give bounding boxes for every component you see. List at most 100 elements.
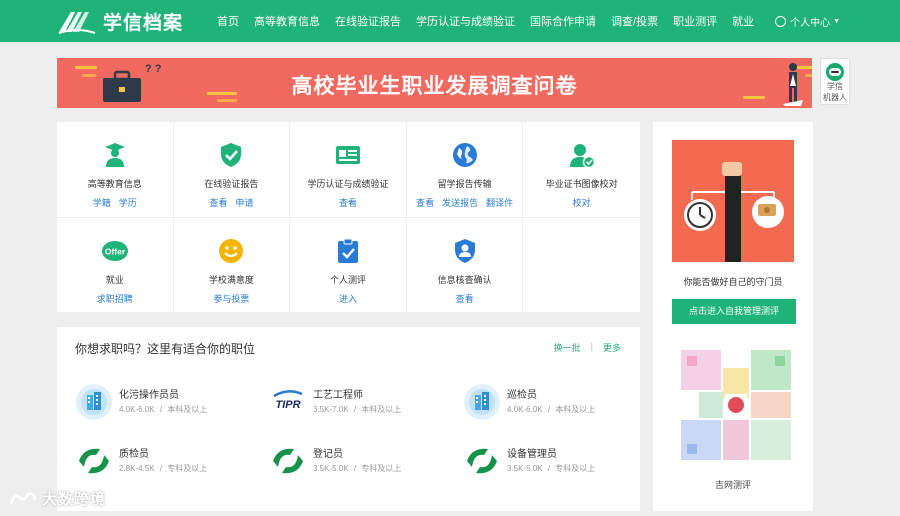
refresh-jobs-link[interactable]: 换一批 xyxy=(554,341,581,354)
job-salary: 3.5K-7.0K xyxy=(313,405,349,414)
link-translation[interactable]: 翻译件 xyxy=(486,196,513,209)
job-card[interactable]: 质检员 2.8K-4.5K / 专科及以上 xyxy=(76,443,266,483)
link-view[interactable]: 查看 xyxy=(339,196,357,209)
green-swirl-logo-icon xyxy=(76,443,112,479)
service-school-satisfaction: 学校满意度 参与投票 xyxy=(173,218,291,313)
site-logo[interactable]: 学信档案 xyxy=(57,0,183,42)
job-title: 设备管理员 xyxy=(507,449,557,460)
meta-separator: / xyxy=(159,405,163,414)
robot-label-line2: 机器人 xyxy=(823,93,847,102)
self-management-test-button[interactable]: 点击进入自我管理测评 xyxy=(672,299,796,324)
service-certificate-proofread: 毕业证书图像校对 校对 xyxy=(523,122,640,218)
job-meta: 4.0K-6.0K / 本科及以上 xyxy=(507,404,595,415)
smile-icon xyxy=(219,239,244,263)
job-card[interactable]: 登记员 3.5K-5.0K / 专科及以上 xyxy=(270,443,460,483)
meta-separator: / xyxy=(353,464,357,473)
chat-robot-widget[interactable]: 学信 机器人 xyxy=(820,58,850,105)
meta-separator: / xyxy=(547,405,551,414)
user-center-menu[interactable]: 个人中心 ▼ xyxy=(775,14,840,29)
service-higher-education: 高等教育信息 学籍 学历 xyxy=(57,122,174,218)
job-card[interactable]: 巡检员 4.0K-6.0K / 本科及以上 xyxy=(464,384,654,424)
link-enter[interactable]: 进入 xyxy=(339,292,357,305)
jobs-heading: 你想求职吗？这里有适合你的职位 xyxy=(75,342,256,356)
job-title: 化污操作员员 xyxy=(119,390,179,401)
meta-separator: / xyxy=(547,464,551,473)
survey-banner[interactable]: ? ? 高校毕业生职业发展调查问卷 xyxy=(57,58,812,108)
logo-text: 学信档案 xyxy=(103,12,184,34)
link-vote[interactable]: 参与投票 xyxy=(213,292,249,305)
service-study-abroad-report: 留学报告传输 查看 发送报告 翻译件 xyxy=(406,122,524,218)
service-name: 信息核查确认 xyxy=(437,275,492,285)
job-education: 专科及以上 xyxy=(167,464,208,473)
offer-icon: Offer xyxy=(101,241,128,261)
service-name: 留学报告传输 xyxy=(437,179,492,189)
job-card[interactable]: TIPR 工艺工程师 3.5K-7.0K / 本科及以上 xyxy=(270,384,460,424)
link-view[interactable]: 查看 xyxy=(209,196,227,209)
service-name: 学历认证与成绩验证 xyxy=(307,179,389,189)
building-logo-icon xyxy=(76,384,112,420)
service-name: 个人测评 xyxy=(329,275,366,285)
link-proofread[interactable]: 校对 xyxy=(573,196,591,209)
job-education: 本科及以上 xyxy=(167,405,208,414)
caret-down-icon: ▼ xyxy=(833,17,841,25)
nav-home[interactable]: 首页 xyxy=(217,13,239,29)
more-jobs-link[interactable]: 更多 xyxy=(603,341,621,354)
job-salary: 3.5K-5.0K xyxy=(313,464,349,473)
building-logo-icon xyxy=(464,384,500,420)
service-employment: Offer 就业 求职招聘 xyxy=(57,218,174,313)
nav-degree-certification[interactable]: 学历认证与成绩验证 xyxy=(416,13,515,29)
job-education: 本科及以上 xyxy=(555,405,596,414)
link-enrollment[interactable]: 学籍 xyxy=(93,196,111,209)
book-logo-icon xyxy=(58,12,96,34)
job-salary: 4.0K-6.0K xyxy=(119,405,155,414)
goalkeeper-promo-image[interactable] xyxy=(672,140,794,262)
job-salary: 3.5K-5.0K xyxy=(507,464,543,473)
link-apply[interactable]: 申请 xyxy=(235,196,253,209)
banner-title: 高校毕业生职业发展调查问卷 xyxy=(291,75,578,98)
svg-text:Offer: Offer xyxy=(105,247,126,257)
link-view[interactable]: 查看 xyxy=(416,196,434,209)
nav-online-verification[interactable]: 在线验证报告 xyxy=(335,13,401,29)
user-icon xyxy=(775,15,787,27)
user-check-icon xyxy=(569,144,595,168)
job-education: 本科及以上 xyxy=(361,405,402,414)
link-degree[interactable]: 学历 xyxy=(119,196,137,209)
decor-dash xyxy=(75,66,97,69)
nav-career-test[interactable]: 职业测评 xyxy=(673,13,717,29)
qr-code-icon[interactable] xyxy=(679,348,793,462)
link-view[interactable]: 查看 xyxy=(456,292,474,305)
clipboard-check-icon xyxy=(337,238,358,263)
globe-icon xyxy=(452,143,477,167)
job-title: 巡检员 xyxy=(507,390,537,401)
watermark: 大数跨境 xyxy=(8,488,106,509)
job-title: 工艺工程师 xyxy=(313,390,363,401)
nav-employment[interactable]: 就业 xyxy=(732,13,754,29)
job-title: 质检员 xyxy=(119,449,149,460)
user-center-label: 个人中心 xyxy=(790,17,831,29)
watermark-text: 大数跨境 xyxy=(42,491,107,508)
time-money-balance-icon xyxy=(684,162,784,262)
link-send-report[interactable]: 发送报告 xyxy=(442,196,478,209)
jobs-panel: 你想求职吗？这里有适合你的职位 换一批 | 更多 化污操作员员 4.0K-6.0… xyxy=(57,327,640,511)
job-card[interactable]: 化污操作员员 4.0K-6.0K / 本科及以上 xyxy=(76,384,266,424)
tipr-logo-icon: TIPR xyxy=(270,384,306,420)
watermark-logo-icon xyxy=(9,491,37,504)
service-info-verification: 信息核查确认 查看 xyxy=(406,218,524,313)
job-card[interactable]: 设备管理员 3.5K-5.0K / 专科及以上 xyxy=(464,443,654,483)
job-education: 专科及以上 xyxy=(555,464,596,473)
meta-separator: / xyxy=(353,405,357,414)
nav-survey[interactable]: 调查/投票 xyxy=(611,13,658,29)
nav-international[interactable]: 国际合作申请 xyxy=(530,13,596,29)
service-name: 就业 xyxy=(105,275,124,285)
job-title: 登记员 xyxy=(313,449,343,460)
empty-cell xyxy=(523,218,640,313)
link-job-search[interactable]: 求职招聘 xyxy=(97,292,133,305)
svg-text:TIPR: TIPR xyxy=(275,399,300,411)
nav-higher-education[interactable]: 高等教育信息 xyxy=(254,13,320,29)
service-name: 毕业证书图像校对 xyxy=(545,179,618,189)
green-swirl-logo-icon xyxy=(464,443,500,479)
user-shield-icon xyxy=(454,239,475,263)
job-meta: 3.5K-7.0K / 本科及以上 xyxy=(313,404,401,415)
service-name: 学校满意度 xyxy=(208,275,254,285)
side-panel: 你能否做好自己的守门员 点击进入自我管理测评 吉网测评 xyxy=(653,122,813,511)
